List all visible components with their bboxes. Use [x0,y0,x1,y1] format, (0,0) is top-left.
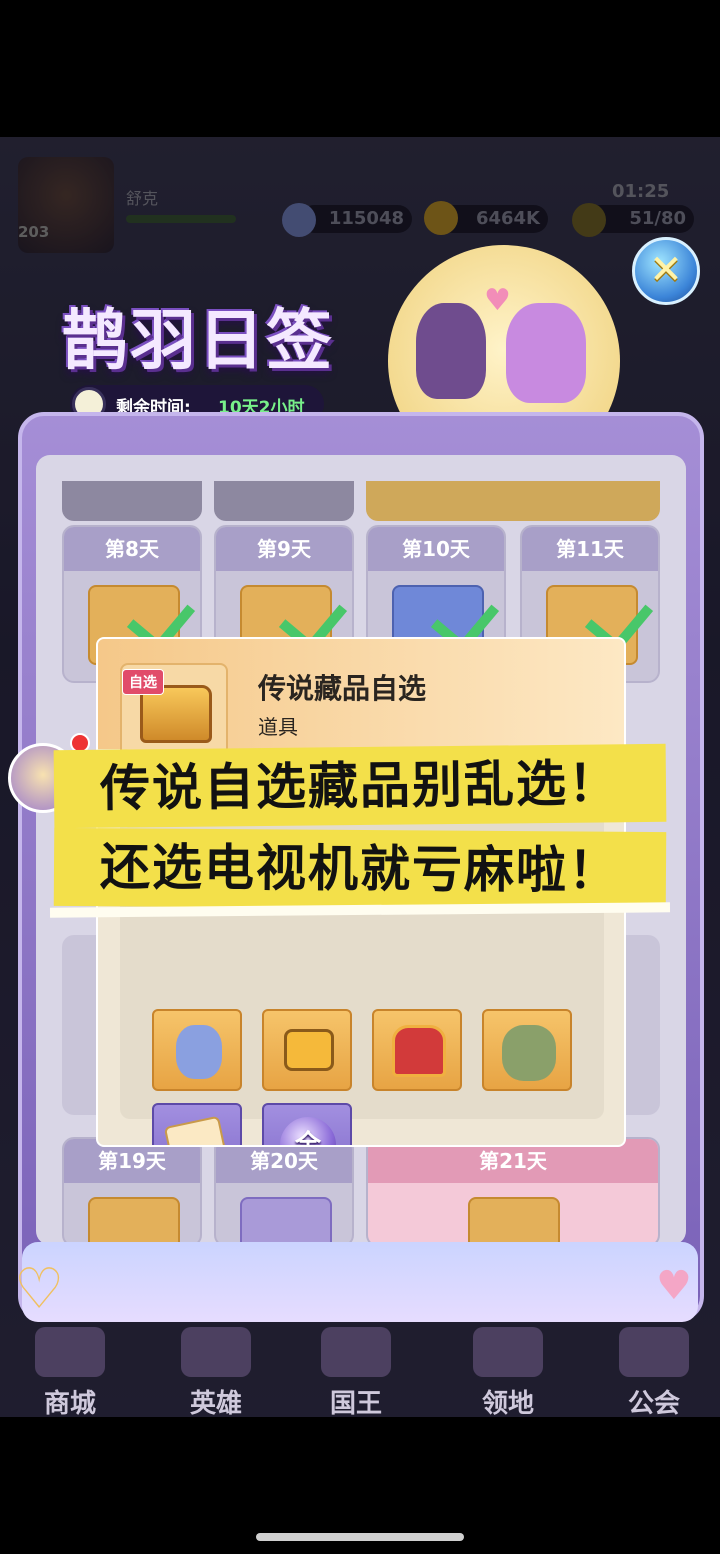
day-card-partial [366,481,660,521]
nav-shop[interactable]: 商城 [20,1327,120,1417]
reward-slot [240,1197,332,1245]
nav-label: 公会 [627,1389,680,1417]
day-label: 第8天 [64,527,200,571]
choice-item[interactable] [372,1009,462,1091]
nav-label: 国王 [329,1389,382,1417]
heart-frame-icon: ♡ [14,1257,65,1322]
day-label: 第10天 [368,527,504,571]
nav-label: 英雄 [189,1389,242,1417]
bear-plush-icon [176,1025,222,1079]
nav-label: 领地 [481,1389,534,1417]
popup-subtitle: 道具 [258,715,298,739]
close-button[interactable]: ✕ [632,237,700,305]
choice-item[interactable]: 100 [152,1103,242,1145]
day-card[interactable]: 第20天 [214,1137,354,1247]
stone-statue-icon [502,1025,556,1081]
nav-king[interactable]: 国王 [306,1327,406,1417]
girl-character-icon [506,303,586,403]
nav-territory[interactable]: 领地 [458,1327,558,1417]
heroes-icon [181,1327,251,1377]
reward-slot [88,1197,180,1245]
heart-icon: ♥ [656,1263,692,1309]
caption-line-1: 传说自选藏品别乱选！ [53,743,667,829]
day-card[interactable]: 第19天 [62,1137,202,1247]
shop-icon [35,1327,105,1377]
day-label: 第11天 [522,527,658,571]
self-select-tag: 自选 [122,669,164,695]
reward-slot [468,1197,560,1245]
home-indicator[interactable] [256,1533,464,1541]
choice-item[interactable] [482,1009,572,1091]
choice-item[interactable]: 全 3000 [262,1103,352,1145]
day-card-partial [62,481,202,521]
boy-character-icon [416,303,486,399]
tv-icon [284,1029,334,1071]
guild-icon [619,1327,689,1377]
day-card-partial [214,481,354,521]
golden-trophy-icon [392,1025,446,1077]
choice-item[interactable] [152,1009,242,1091]
crown-icon [321,1327,391,1377]
bottom-banner [22,1242,698,1322]
choice-item[interactable] [262,1009,352,1091]
day-label: 第9天 [216,527,352,571]
day-card[interactable]: 第21天 [366,1137,660,1247]
all-orb-icon: 全 [280,1117,336,1145]
ticket-icon [163,1115,229,1145]
caption-line-2: 还选电视机就亏麻啦！ [53,827,667,911]
popup-title: 传说藏品自选 [258,672,427,705]
nav-heroes[interactable]: 英雄 [166,1327,266,1417]
heart-icon: ♥ [484,283,511,318]
nav-label: 商城 [43,1389,96,1417]
castle-icon [473,1327,543,1377]
nav-guild[interactable]: 公会 [604,1327,704,1417]
event-title: 鹊羽日签 [62,301,334,379]
